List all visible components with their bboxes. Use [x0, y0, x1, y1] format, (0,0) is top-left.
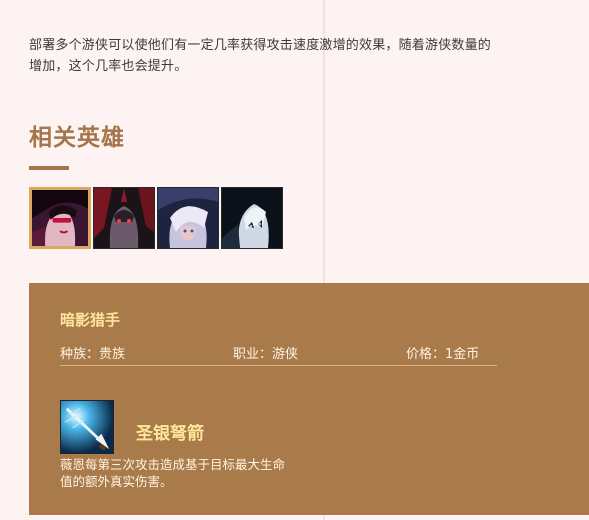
hero-ashe[interactable] [157, 187, 219, 249]
hero-kindred[interactable] [221, 187, 283, 249]
hero-vayne[interactable] [29, 187, 91, 249]
hero-varus[interactable] [93, 187, 155, 249]
hero-stats: 种族：贵族 职业：游侠 价格：1金币 [60, 343, 497, 365]
trait-description: 部署多个游侠可以使他们有一定几率获得攻击速度激增的效果，随着游侠数量的增加，这个… [29, 38, 492, 74]
silver-bolts-icon [60, 400, 114, 454]
skill-name: 圣银弩箭 [136, 424, 204, 444]
hero-class: 职业：游侠 [233, 347, 299, 362]
related-heroes-list [29, 187, 283, 249]
stats-divider [60, 365, 497, 366]
title-underline [29, 166, 69, 170]
vayne-portrait-icon [32, 190, 88, 246]
hero-price: 价格：1金币 [406, 347, 480, 362]
varus-portrait-icon [94, 188, 154, 248]
kindred-portrait-icon [222, 188, 282, 248]
skill-description: 薇恩每第三次攻击造成基于目标最大生命值的额外真实伤害。 [60, 457, 286, 489]
hero-race: 种族：贵族 [60, 347, 126, 362]
hero-detail-panel: 暗影猎手 种族：贵族 职业：游侠 价格：1金币 圣银弩箭 薇恩每第三次攻击造成基… [29, 283, 589, 515]
hero-name: 暗影猎手 [60, 311, 121, 329]
ashe-portrait-icon [158, 188, 218, 248]
related-heroes-title: 相关英雄 [29, 125, 125, 151]
